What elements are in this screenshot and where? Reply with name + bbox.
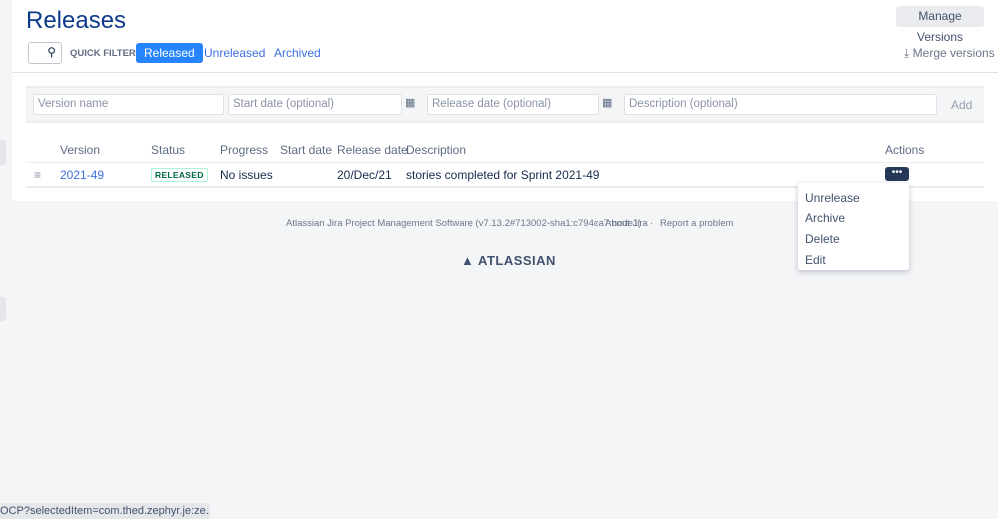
filter-released[interactable]: Released: [136, 43, 203, 63]
merge-icon: ⤓: [904, 46, 910, 60]
col-release-date: Release date: [337, 143, 408, 157]
col-start-date: Start date: [280, 143, 333, 157]
logo-text: ATLASSIAN: [478, 253, 556, 268]
merge-label: Merge versions: [912, 46, 995, 60]
divider: [12, 72, 998, 73]
filter-archived[interactable]: Archived: [266, 43, 329, 63]
report-problem-link[interactable]: Report a problem: [660, 218, 733, 229]
start-date-input[interactable]: Start date (optional): [228, 94, 402, 115]
menu-item-unrelease[interactable]: Unrelease: [805, 191, 860, 205]
page-title: Releases: [26, 7, 127, 34]
release-date-input[interactable]: Release date (optional): [427, 94, 599, 115]
version-link[interactable]: 2021-49: [60, 168, 104, 182]
divider: [26, 162, 984, 163]
actions-menu: Unrelease Archive Delete Edit: [798, 183, 909, 270]
side-handle[interactable]: [0, 297, 6, 321]
search-input[interactable]: ⚲: [28, 42, 62, 64]
col-status: Status: [151, 143, 186, 157]
menu-item-archive[interactable]: Archive: [805, 211, 845, 225]
add-button[interactable]: Add: [951, 98, 972, 112]
atlassian-icon: ▲: [461, 253, 475, 268]
col-version: Version: [60, 143, 101, 157]
actions-button[interactable]: •••: [885, 167, 909, 181]
footer-sep: ·: [650, 218, 654, 229]
menu-item-delete[interactable]: Delete: [805, 232, 840, 246]
col-progress: Progress: [220, 143, 269, 157]
description: stories completed for Sprint 2021-49: [406, 168, 600, 182]
about-jira-link[interactable]: About Jira: [605, 218, 648, 229]
col-description: Description: [406, 143, 467, 157]
menu-item-edit[interactable]: Edit: [805, 253, 826, 267]
merge-versions-link[interactable]: ⤓ Merge versions: [904, 46, 995, 61]
progress: No issues: [220, 168, 273, 182]
calendar-icon[interactable]: ▦: [602, 96, 612, 109]
atlassian-logo: ▲ ATLASSIAN: [461, 253, 556, 268]
calendar-icon[interactable]: ▦: [405, 96, 415, 109]
status-bar-url: OCP?selectedItem=com.thed.zephyr.je:ze..…: [0, 503, 210, 519]
col-actions: Actions: [885, 143, 925, 157]
quick-filters-label: QUICK FILTERS:: [70, 48, 146, 59]
filter-unreleased[interactable]: Unreleased: [196, 43, 273, 63]
search-icon: ⚲: [47, 45, 56, 59]
status-badge: RELEASED: [151, 168, 208, 182]
version-name-input[interactable]: Version name: [33, 94, 224, 115]
footer-sep: ·: [595, 218, 599, 229]
release-date: 20/Dec/21: [337, 168, 392, 182]
footer-version: Atlassian Jira Project Management Softwa…: [286, 218, 642, 229]
side-handle[interactable]: [0, 140, 6, 165]
drag-handle-icon[interactable]: ≡: [34, 168, 41, 182]
manage-versions-button[interactable]: Manage Versions: [896, 6, 984, 44]
description-input[interactable]: Description (optional): [624, 94, 937, 115]
